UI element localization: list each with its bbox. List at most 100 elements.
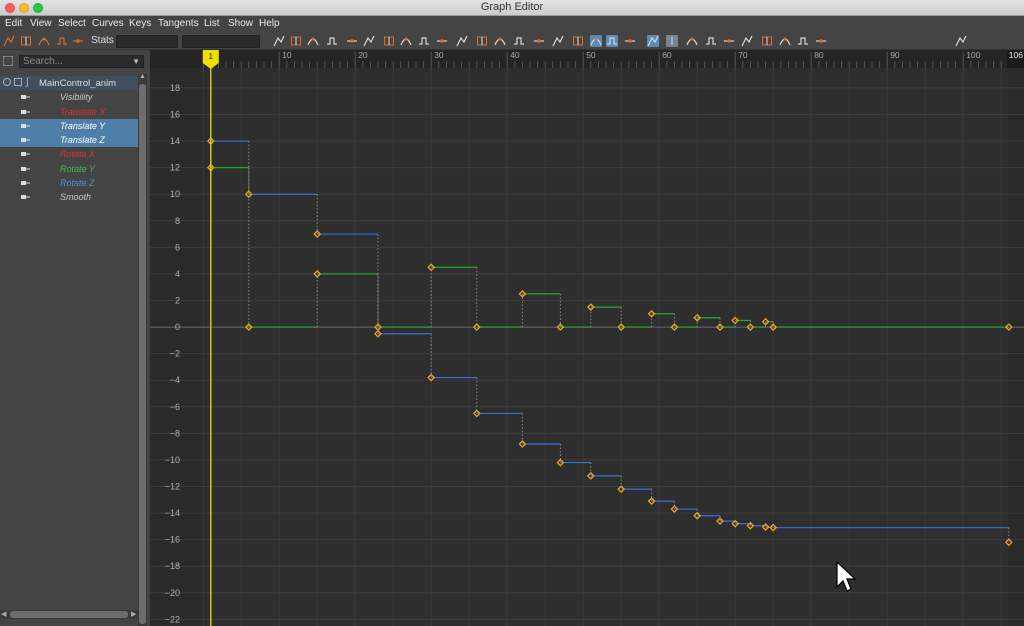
cycle-offset-icon[interactable] (741, 35, 753, 47)
linear-tangent-icon[interactable] (383, 35, 395, 47)
outliner-node-maincontrol[interactable]: ∫ MainControl_anim (0, 76, 138, 91)
scrollbar-thumb[interactable] (10, 611, 128, 618)
y-tick-label: −18 (165, 561, 180, 571)
absolute-view-icon[interactable] (666, 35, 678, 47)
outliner-node-label: MainControl_anim (39, 78, 117, 89)
collapse-icon[interactable] (3, 78, 11, 86)
move-key-icon[interactable] (3, 35, 15, 47)
stats-label: Stats (91, 35, 114, 46)
attribute-plug-icon (21, 152, 30, 157)
y-tick-label: −22 (165, 614, 180, 624)
unify-tangents-icon[interactable] (533, 35, 545, 47)
trax-editor-icon[interactable] (955, 35, 967, 47)
oscillate-icon[interactable] (761, 35, 773, 47)
y-tick-label: −16 (165, 535, 180, 545)
free-tangent-weight-icon[interactable] (552, 35, 564, 47)
lattice-icon[interactable] (38, 35, 50, 47)
outliner-attr-label: Rotate Y (60, 163, 95, 174)
menu-list[interactable]: List (204, 18, 220, 29)
spline-tangent-icon[interactable] (346, 35, 358, 47)
search-placeholder: Search... (23, 56, 64, 67)
x-tick-label: 70 (738, 50, 748, 60)
outliner-attr-label: Translate Z (60, 135, 105, 146)
time-editor-icon[interactable] (815, 35, 827, 47)
auto-tangent-icon[interactable] (326, 35, 338, 47)
graph-view[interactable]: 18 16 14 12 10 8 6 4 2 0 −2 −4 −6 −8 −10 −12 −14 −16 −18 −2… (150, 50, 1024, 626)
frame-all-icon[interactable] (273, 35, 285, 47)
frame-selection-icon[interactable] (290, 35, 302, 47)
expand-plus-icon[interactable] (14, 78, 22, 86)
y-tick-label: 2 (175, 296, 180, 306)
menu-show[interactable]: Show (228, 18, 253, 29)
y-tick-label: 12 (170, 163, 180, 173)
denormalize-icon[interactable] (624, 35, 636, 47)
x-tick-label: 100 (966, 50, 980, 60)
outliner-attr-rotate-y[interactable]: Rotate Y (0, 162, 138, 176)
y-tick-label: 0 (175, 322, 180, 332)
plateau-tangent-icon[interactable] (456, 35, 468, 47)
isolate-curve-icon[interactable] (590, 35, 602, 47)
menu-curves[interactable]: Curves (92, 18, 124, 29)
frame-playback-icon[interactable] (307, 35, 319, 47)
buffer-curve-snapshot-icon[interactable] (476, 35, 488, 47)
menu-view[interactable]: View (30, 18, 52, 29)
chevron-down-icon[interactable]: ▼ (132, 56, 140, 67)
swap-buffer-icon[interactable] (494, 35, 506, 47)
dope-sheet-icon[interactable] (797, 35, 809, 47)
clamped-tangent-icon[interactable] (363, 35, 375, 47)
retime-icon[interactable] (72, 35, 84, 47)
stats-tangent-field[interactable] (182, 35, 260, 48)
outliner-attr-smooth[interactable]: Smooth (0, 190, 138, 204)
search-input[interactable]: Search... ▼ (19, 55, 144, 68)
outliner-list: ∫ MainControl_anim Visibility Translate X… (0, 76, 138, 205)
outliner-attr-translate-y[interactable]: Translate Y (0, 118, 138, 134)
normalize-icon[interactable] (606, 35, 618, 47)
y-tick-label: 14 (170, 136, 180, 146)
y-tick-label: −10 (165, 455, 180, 465)
x-tick-label: 90 (890, 50, 900, 60)
outliner-attr-translate-x[interactable]: Translate X (0, 105, 138, 119)
outliner-attr-visibility[interactable]: Visibility (0, 90, 138, 104)
menu-keys[interactable]: Keys (129, 18, 151, 29)
y-tick-label: −6 (170, 402, 180, 412)
infinity-icon[interactable] (686, 35, 698, 47)
outliner-vertical-scrollbar[interactable]: ▲ (138, 73, 147, 626)
select-filter-icon[interactable] (3, 56, 13, 66)
scroll-up-icon[interactable]: ▲ (139, 73, 146, 80)
step-next-icon[interactable] (436, 35, 448, 47)
key-tick-icon[interactable] (779, 35, 791, 47)
attribute-plug-icon (21, 195, 30, 200)
menu-select[interactable]: Select (58, 18, 86, 29)
stats-value-field[interactable] (116, 35, 178, 48)
outliner-attr-label: Translate Y (60, 120, 106, 131)
toolbar: Stats (0, 32, 1024, 50)
pre-infinity-cycle-icon[interactable] (705, 35, 717, 47)
scroll-right-icon[interactable]: ▶ (131, 610, 136, 618)
end-frame-label: 106 (1009, 50, 1023, 60)
region-icon[interactable] (56, 35, 68, 47)
y-tick-label: 18 (170, 83, 180, 93)
menu-help[interactable]: Help (259, 18, 280, 29)
outliner-attr-translate-z[interactable]: Translate Z (0, 133, 138, 148)
attribute-plug-icon (21, 95, 30, 100)
insert-key-icon[interactable] (20, 35, 32, 47)
flat-tangent-icon[interactable] (400, 35, 412, 47)
scrollbar-thumb[interactable] (139, 84, 146, 624)
step-tangent-icon[interactable] (418, 35, 430, 47)
break-tangents-icon[interactable] (513, 35, 525, 47)
scroll-left-icon[interactable]: ◀ (1, 610, 6, 618)
post-infinity-cycle-icon[interactable] (723, 35, 735, 47)
outliner-attr-rotate-x[interactable]: Rotate X (0, 147, 138, 161)
attribute-plug-icon (21, 138, 30, 143)
outliner-horizontal-scrollbar[interactable]: ◀ ▶ (0, 610, 138, 619)
stacked-view-icon[interactable] (647, 35, 659, 47)
menu-edit[interactable]: Edit (5, 18, 22, 29)
y-tick-label: 10 (170, 189, 180, 199)
x-tick-label: 50 (586, 50, 596, 60)
curve-graph[interactable]: 181614121086420−2−4−6−8−10−12−14−16−18−2… (150, 50, 1024, 626)
outliner-attr-rotate-z[interactable]: Rotate Z (0, 176, 138, 190)
y-tick-label: −8 (170, 428, 180, 438)
lock-tangent-weight-icon[interactable] (572, 35, 584, 47)
y-tick-label: −12 (165, 482, 180, 492)
menu-tangents[interactable]: Tangents (158, 18, 199, 29)
